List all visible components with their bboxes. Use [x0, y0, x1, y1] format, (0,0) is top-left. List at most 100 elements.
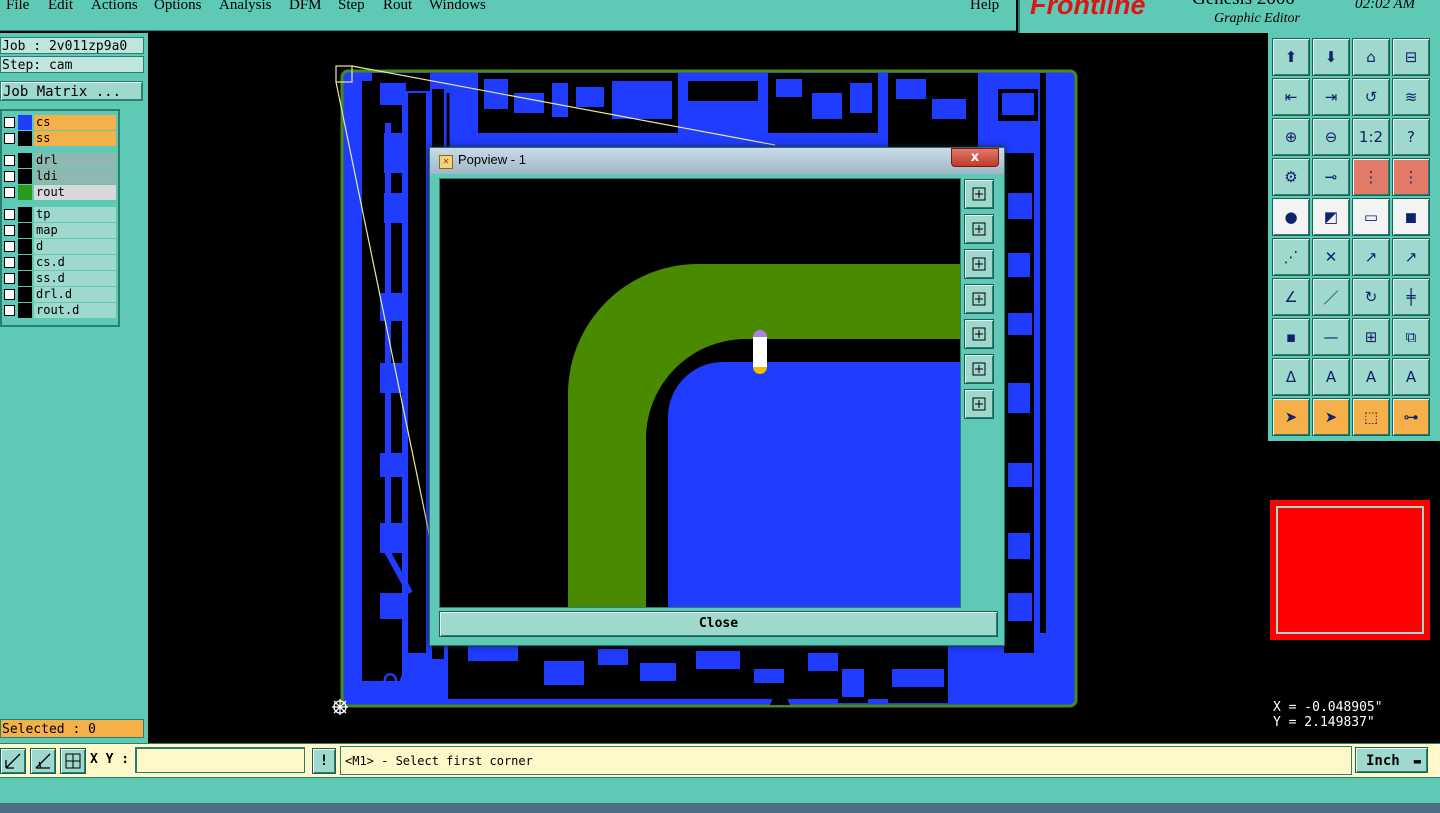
pan-left-icon[interactable]: [964, 284, 994, 314]
text-rise-icon[interactable]: Δ: [1272, 358, 1310, 396]
layer-color-swatch[interactable]: [18, 287, 32, 302]
layer-name[interactable]: ss.d: [34, 271, 116, 286]
overview-map[interactable]: [1270, 500, 1430, 640]
net-connect-icon[interactable]: ⋰: [1272, 238, 1310, 276]
rectangle-select-icon[interactable]: ◩: [1312, 198, 1350, 236]
scale-1-2-icon[interactable]: 1:2: [1352, 118, 1390, 156]
layer-color-swatch[interactable]: [18, 255, 32, 270]
layer-checkbox[interactable]: [4, 133, 15, 144]
layer-row-map[interactable]: map: [2, 223, 118, 238]
layer-row-drl[interactable]: drl: [2, 153, 118, 168]
layer-checkbox[interactable]: [4, 171, 15, 182]
layer-color-swatch[interactable]: [18, 239, 32, 254]
layer-name[interactable]: rout.d: [34, 303, 116, 318]
text-a-wide-icon[interactable]: A: [1392, 358, 1430, 396]
page-down-icon[interactable]: ⬇: [1312, 38, 1350, 76]
layer-checkbox[interactable]: [4, 187, 15, 198]
layer-row-rout[interactable]: rout: [2, 185, 118, 200]
undo-view-icon[interactable]: ↺: [1352, 78, 1390, 116]
zoom-out-icon[interactable]: [964, 389, 994, 419]
cross-icon[interactable]: ✕: [1312, 238, 1350, 276]
layer-checkbox[interactable]: [4, 209, 15, 220]
layer-name[interactable]: map: [34, 223, 116, 238]
menu-rout[interactable]: Rout: [383, 0, 412, 14]
unit-selector[interactable]: Inch ▬: [1355, 747, 1428, 773]
layer-row-ldi[interactable]: ldi: [2, 169, 118, 184]
pan-up-icon[interactable]: [964, 214, 994, 244]
layer-row-ss[interactable]: ss: [2, 131, 118, 146]
rotate-icon[interactable]: ↻: [1352, 278, 1390, 316]
query-icon[interactable]: ?: [1392, 118, 1430, 156]
layer-checkbox[interactable]: [4, 257, 15, 268]
exclaim-button[interactable]: !: [312, 748, 336, 774]
menu-dfm[interactable]: DFM: [289, 0, 322, 14]
net-select-icon[interactable]: ⋮: [1352, 158, 1390, 196]
move-point-icon[interactable]: ↗: [1352, 238, 1390, 276]
layer-row-d[interactable]: d: [2, 239, 118, 254]
layer-color-swatch[interactable]: [18, 271, 32, 286]
angle-snap-icon[interactable]: [30, 748, 56, 774]
measure-probe-icon[interactable]: ⊸: [1312, 158, 1350, 196]
add-point-icon[interactable]: ↗: [1392, 238, 1430, 276]
job-matrix-button[interactable]: Job Matrix ...: [0, 81, 143, 101]
text-a-icon[interactable]: A: [1312, 358, 1350, 396]
layer-row-ss-d[interactable]: ss.d: [2, 271, 118, 286]
menu-windows[interactable]: Windows: [429, 0, 486, 14]
popview-canvas[interactable]: [439, 178, 961, 608]
pan-left-icon[interactable]: ⇤: [1272, 78, 1310, 116]
layer-name[interactable]: drl: [34, 153, 116, 168]
layer-color-swatch[interactable]: [18, 303, 32, 318]
menu-options[interactable]: Options: [154, 0, 202, 14]
pad-place-icon[interactable]: ▪: [1272, 318, 1310, 356]
layer-name[interactable]: tp: [34, 207, 116, 222]
zoom-in-icon[interactable]: [964, 354, 994, 384]
layer-name[interactable]: drl.d: [34, 287, 116, 302]
layer-color-swatch[interactable]: [18, 169, 32, 184]
circle-select-icon[interactable]: ◼: [1392, 198, 1430, 236]
popview-titlebar[interactable]: ✕ Popview - 1 x: [430, 148, 1004, 174]
menu-file[interactable]: File: [6, 0, 29, 14]
net-highlight-icon[interactable]: ⋮: [1392, 158, 1430, 196]
pan-right-icon[interactable]: ⇥: [1312, 78, 1350, 116]
ruler-icon[interactable]: ▭: [1352, 198, 1390, 236]
layer-name[interactable]: ldi: [34, 169, 116, 184]
menu-edit[interactable]: Edit: [48, 0, 73, 14]
zoom-out-icon[interactable]: ⊖: [1312, 118, 1350, 156]
pointer-box-icon[interactable]: ⬚: [1352, 398, 1390, 436]
text-a-bold-icon[interactable]: A: [1352, 358, 1390, 396]
layer-row-cs-d[interactable]: cs.d: [2, 255, 118, 270]
layer-row-cs[interactable]: cs: [2, 115, 118, 130]
layer-color-swatch[interactable]: [18, 223, 32, 238]
layer-checkbox[interactable]: [4, 305, 15, 316]
mirror-icon[interactable]: ╪: [1392, 278, 1430, 316]
pan-right-icon[interactable]: [964, 319, 994, 349]
zoom-in-icon[interactable]: ⊕: [1272, 118, 1310, 156]
layer-name[interactable]: rout: [34, 185, 116, 200]
layer-color-swatch[interactable]: [18, 131, 32, 146]
layer-row-tp[interactable]: tp: [2, 207, 118, 222]
window-close-button[interactable]: x: [951, 148, 999, 167]
pan-down-icon[interactable]: [964, 249, 994, 279]
menu-help[interactable]: Help: [970, 0, 999, 14]
pointer-icon[interactable]: ➤: [1272, 398, 1310, 436]
popview-close-button[interactable]: Close: [439, 611, 998, 637]
layer-row-rout-d[interactable]: rout.d: [2, 303, 118, 318]
layer-name[interactable]: cs: [34, 115, 116, 130]
menu-analysis[interactable]: Analysis: [219, 0, 272, 14]
resize-icon[interactable]: ⊞: [1352, 318, 1390, 356]
layer-checkbox[interactable]: [4, 241, 15, 252]
page-up-icon[interactable]: ⬆: [1272, 38, 1310, 76]
layer-name[interactable]: ss: [34, 131, 116, 146]
select-feature-icon[interactable]: ●: [1272, 198, 1310, 236]
grid-icon[interactable]: [60, 748, 86, 774]
fit-icon[interactable]: ⊟: [1392, 38, 1430, 76]
layer-color-swatch[interactable]: [18, 185, 32, 200]
menu-actions[interactable]: Actions: [91, 0, 138, 14]
layer-row-drl-d[interactable]: drl.d: [2, 287, 118, 302]
snap-icon[interactable]: [0, 748, 26, 774]
menu-step[interactable]: Step: [338, 0, 365, 14]
layer-checkbox[interactable]: [4, 225, 15, 236]
redraw-icon[interactable]: ≋: [1392, 78, 1430, 116]
layer-checkbox[interactable]: [4, 117, 15, 128]
xy-input[interactable]: [135, 747, 305, 773]
